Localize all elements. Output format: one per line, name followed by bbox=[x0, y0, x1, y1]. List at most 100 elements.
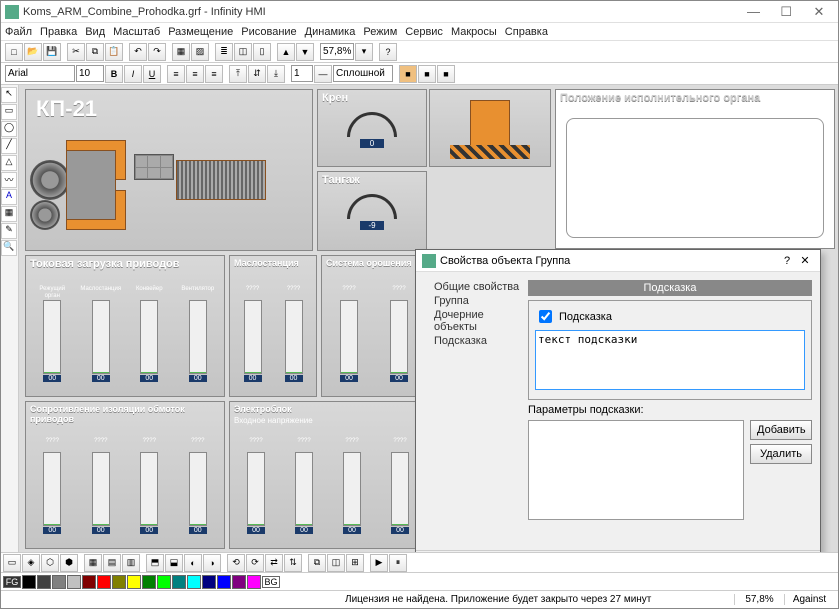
btool-3[interactable]: ⬡ bbox=[41, 554, 59, 572]
dialog-titlebar[interactable]: Свойства объекта Группа ? ✕ bbox=[416, 250, 820, 272]
menu-layout[interactable]: Размещение bbox=[168, 26, 233, 38]
menu-service[interactable]: Сервис bbox=[405, 26, 443, 38]
panel-spray[interactable]: Система орошения ????00 ????00 bbox=[321, 255, 427, 397]
v-mid-button[interactable]: ⇵ bbox=[248, 65, 266, 83]
btool-17[interactable]: ◫ bbox=[327, 554, 345, 572]
undo-button[interactable]: ↶ bbox=[129, 43, 147, 61]
zoom-input[interactable] bbox=[320, 43, 354, 60]
color-swatch[interactable] bbox=[187, 575, 201, 589]
tool-pointer[interactable]: ↖ bbox=[1, 87, 17, 103]
color-swatch[interactable] bbox=[97, 575, 111, 589]
front-button[interactable]: ▲ bbox=[277, 43, 295, 61]
tool-image[interactable]: ▦ bbox=[1, 206, 17, 222]
panel-position[interactable]: Положение исполнительного органа bbox=[555, 89, 835, 249]
menu-draw[interactable]: Рисование bbox=[241, 26, 296, 38]
tool-poly[interactable]: △ bbox=[1, 155, 17, 171]
color-swatch[interactable] bbox=[112, 575, 126, 589]
tool-ellipse[interactable]: ◯ bbox=[1, 121, 17, 137]
color-swatch[interactable] bbox=[67, 575, 81, 589]
btool-9[interactable]: ⬓ bbox=[165, 554, 183, 572]
menu-view[interactable]: Вид bbox=[85, 26, 105, 38]
ungroup-button[interactable]: ▯ bbox=[253, 43, 271, 61]
delete-button[interactable]: Удалить bbox=[750, 444, 812, 464]
tooltip-textarea[interactable] bbox=[535, 330, 805, 390]
minimize-button[interactable]: — bbox=[738, 4, 768, 19]
btool-20[interactable]: ⏸ bbox=[389, 554, 407, 572]
redo-button[interactable]: ↷ bbox=[148, 43, 166, 61]
color-swatch[interactable] bbox=[172, 575, 186, 589]
v-top-button[interactable]: ⤒ bbox=[229, 65, 247, 83]
back-button[interactable]: ▼ bbox=[296, 43, 314, 61]
tooltip-checkbox-label[interactable]: Подсказка bbox=[535, 307, 805, 326]
panel-resistance[interactable]: Сопротивление изоляции обмоток приводов … bbox=[25, 401, 225, 549]
font-select[interactable] bbox=[5, 65, 75, 82]
tree-tooltip[interactable]: Подсказка bbox=[424, 334, 520, 348]
bold-button[interactable]: B bbox=[105, 65, 123, 83]
tree-general[interactable]: Общие свойства bbox=[424, 280, 520, 294]
linestyle-select[interactable] bbox=[333, 65, 393, 82]
align-center-button[interactable]: ≡ bbox=[186, 65, 204, 83]
snap-button[interactable]: ▨ bbox=[191, 43, 209, 61]
copy-button[interactable]: ⧉ bbox=[86, 43, 104, 61]
btool-12[interactable]: ⟲ bbox=[227, 554, 245, 572]
open-button[interactable]: 📂 bbox=[24, 43, 42, 61]
panel-kp21[interactable]: КП-21 bbox=[25, 89, 313, 251]
color-swatch[interactable] bbox=[232, 575, 246, 589]
btool-6[interactable]: ▤ bbox=[103, 554, 121, 572]
close-button[interactable]: ✕ bbox=[804, 4, 834, 20]
align-left-button[interactable]: ≡ bbox=[167, 65, 185, 83]
tool-curve[interactable]: 〰 bbox=[1, 172, 17, 188]
save-button[interactable]: 💾 bbox=[43, 43, 61, 61]
color-swatch[interactable] bbox=[52, 575, 66, 589]
panel-oil[interactable]: Маслостанция ????00 ????00 bbox=[229, 255, 317, 397]
new-button[interactable]: □ bbox=[5, 43, 23, 61]
tool-line[interactable]: ╱ bbox=[1, 138, 17, 154]
btool-2[interactable]: ◈ bbox=[22, 554, 40, 572]
panel-kren[interactable]: Крен 0 bbox=[317, 89, 427, 167]
menu-mode[interactable]: Режим bbox=[363, 26, 397, 38]
fg-label[interactable]: FG bbox=[3, 576, 21, 588]
italic-button[interactable]: I bbox=[124, 65, 142, 83]
help-button[interactable]: ? bbox=[379, 43, 397, 61]
color-swatch[interactable] bbox=[142, 575, 156, 589]
panel-load[interactable]: Токовая загрузка приводов Режущий орган0… bbox=[25, 255, 225, 397]
tool-text[interactable]: A bbox=[1, 189, 17, 205]
panel-rig[interactable] bbox=[429, 89, 551, 167]
tool-rect[interactable]: ▭ bbox=[1, 104, 17, 120]
btool-11[interactable]: ◑ bbox=[203, 554, 221, 572]
btool-15[interactable]: ⇅ bbox=[284, 554, 302, 572]
color-swatch[interactable] bbox=[247, 575, 261, 589]
btool-5[interactable]: ▦ bbox=[84, 554, 102, 572]
dialog-help-button[interactable]: ? bbox=[778, 255, 796, 267]
btool-18[interactable]: ⊞ bbox=[346, 554, 364, 572]
params-list[interactable] bbox=[528, 420, 744, 520]
menu-scale[interactable]: Масштаб bbox=[113, 26, 160, 38]
v-bot-button[interactable]: ⤓ bbox=[267, 65, 285, 83]
linewidth-input[interactable] bbox=[291, 65, 313, 82]
align-right-button[interactable]: ≡ bbox=[205, 65, 223, 83]
color1-button[interactable]: ■ bbox=[399, 65, 417, 83]
maximize-button[interactable]: ☐ bbox=[771, 4, 801, 20]
add-button[interactable]: Добавить bbox=[750, 420, 812, 440]
btool-4[interactable]: ⬢ bbox=[60, 554, 78, 572]
tooltip-checkbox[interactable] bbox=[539, 310, 552, 323]
bg-label[interactable]: BG bbox=[262, 576, 280, 588]
paste-button[interactable]: 📋 bbox=[105, 43, 123, 61]
tool-pipette[interactable]: ✎ bbox=[1, 223, 17, 239]
btool-8[interactable]: ⬒ bbox=[146, 554, 164, 572]
color-swatch[interactable] bbox=[127, 575, 141, 589]
fontsize-select[interactable] bbox=[76, 65, 104, 82]
color-swatch[interactable] bbox=[202, 575, 216, 589]
tree-group[interactable]: Группа bbox=[424, 294, 520, 308]
color-swatch[interactable] bbox=[82, 575, 96, 589]
dialog-close-button[interactable]: ✕ bbox=[796, 254, 814, 267]
color2-button[interactable]: ■ bbox=[418, 65, 436, 83]
btool-13[interactable]: ⟳ bbox=[246, 554, 264, 572]
color-swatch[interactable] bbox=[37, 575, 51, 589]
color-swatch[interactable] bbox=[157, 575, 171, 589]
btool-7[interactable]: ▥ bbox=[122, 554, 140, 572]
menu-edit[interactable]: Правка bbox=[40, 26, 77, 38]
zoom-dropdown[interactable]: ▾ bbox=[355, 43, 373, 61]
cut-button[interactable]: ✂ bbox=[67, 43, 85, 61]
color3-button[interactable]: ■ bbox=[437, 65, 455, 83]
